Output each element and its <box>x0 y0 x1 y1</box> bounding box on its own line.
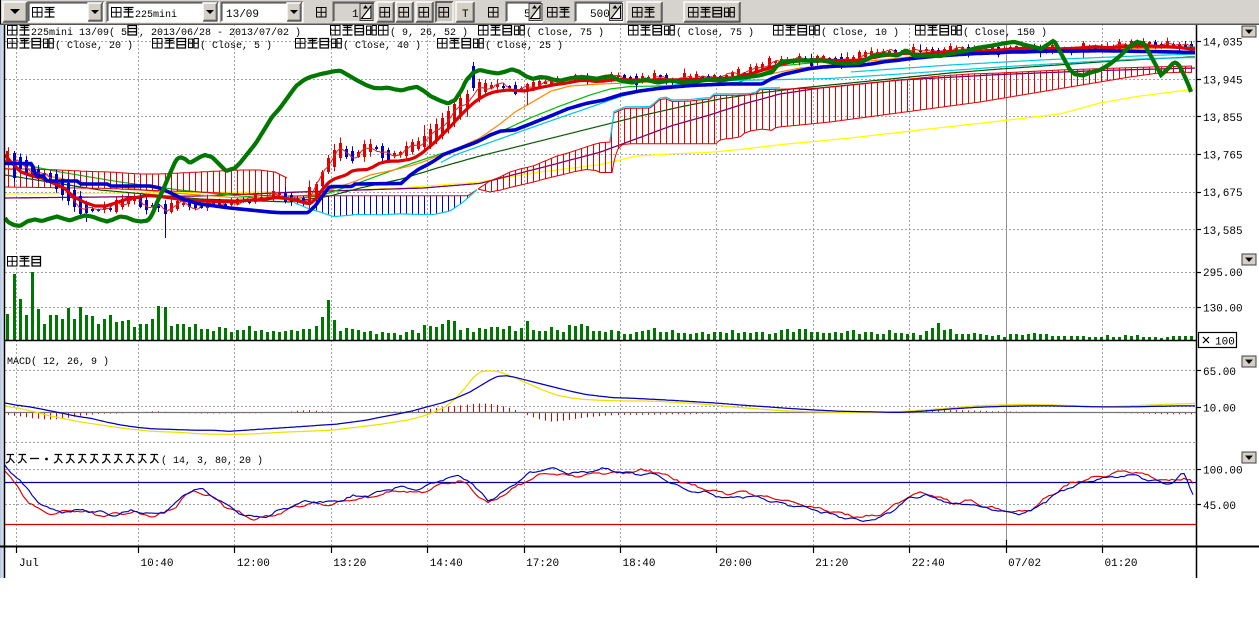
svg-text:13,585: 13,585 <box>1203 226 1243 238</box>
svg-text:( Close, 40 ): ( Close, 40 ) <box>343 40 421 52</box>
svg-text:( 9, 26, 52 ): ( 9, 26, 52 ) <box>390 27 468 39</box>
svg-text:130.00: 130.00 <box>1203 304 1243 316</box>
svg-text:, 2013/06/28 - 2013/07/02 ): , 2013/06/28 - 2013/07/02 ) <box>139 27 301 39</box>
svg-text:17:20: 17:20 <box>526 558 559 570</box>
svg-text:100.00: 100.00 <box>1203 466 1243 478</box>
svg-text:01:20: 01:20 <box>1105 558 1138 570</box>
svg-text:( Close, 150 ): ( Close, 150 ) <box>963 27 1047 39</box>
svg-text:Jul: Jul <box>19 558 39 570</box>
svg-text:13/09: 13/09 <box>226 9 259 21</box>
svg-text:500: 500 <box>590 9 610 21</box>
svg-text:13,675: 13,675 <box>1203 188 1243 200</box>
svg-text:1: 1 <box>352 9 359 21</box>
svg-text:07/02: 07/02 <box>1008 558 1041 570</box>
svg-text:( Close, 10 ): ( Close, 10 ) <box>821 27 899 39</box>
svg-text:13,765: 13,765 <box>1203 151 1243 163</box>
svg-text:( Close, 20 ): ( Close, 20 ) <box>55 40 133 52</box>
svg-text:10.00: 10.00 <box>1203 404 1236 416</box>
svg-text:13,945: 13,945 <box>1203 75 1243 87</box>
svg-text:45.00: 45.00 <box>1203 501 1236 513</box>
svg-text:( Close, 25 ): ( Close, 25 ) <box>485 40 563 52</box>
svg-text:225mini: 225mini <box>135 9 177 21</box>
svg-text:65.00: 65.00 <box>1203 367 1236 379</box>
svg-text:( Close, 5 ): ( Close, 5 ) <box>200 40 272 52</box>
svg-text:13,855: 13,855 <box>1203 113 1243 125</box>
svg-text:225mini 13/09( 5: 225mini 13/09( 5 <box>31 27 127 39</box>
svg-text:22:40: 22:40 <box>912 558 945 570</box>
svg-text:295.00: 295.00 <box>1203 268 1243 280</box>
svg-text:20:00: 20:00 <box>719 558 752 570</box>
svg-text:13:20: 13:20 <box>333 558 366 570</box>
svg-text:10:40: 10:40 <box>141 558 174 570</box>
svg-text:12:00: 12:00 <box>237 558 270 570</box>
svg-text:21:20: 21:20 <box>815 558 848 570</box>
svg-text:T: T <box>462 9 469 21</box>
svg-text:100: 100 <box>1215 337 1235 349</box>
svg-text:( 14, 3, 80, 20 ): ( 14, 3, 80, 20 ) <box>161 455 263 467</box>
svg-text:( Close, 75 ): ( Close, 75 ) <box>676 27 754 39</box>
svg-text:14,035: 14,035 <box>1203 38 1243 50</box>
svg-text:18:40: 18:40 <box>623 558 656 570</box>
svg-text:( Close, 75 ): ( Close, 75 ) <box>526 27 604 39</box>
svg-text:MACD( 12, 26, 9 ): MACD( 12, 26, 9 ) <box>7 356 109 368</box>
svg-text:14:40: 14:40 <box>430 558 463 570</box>
